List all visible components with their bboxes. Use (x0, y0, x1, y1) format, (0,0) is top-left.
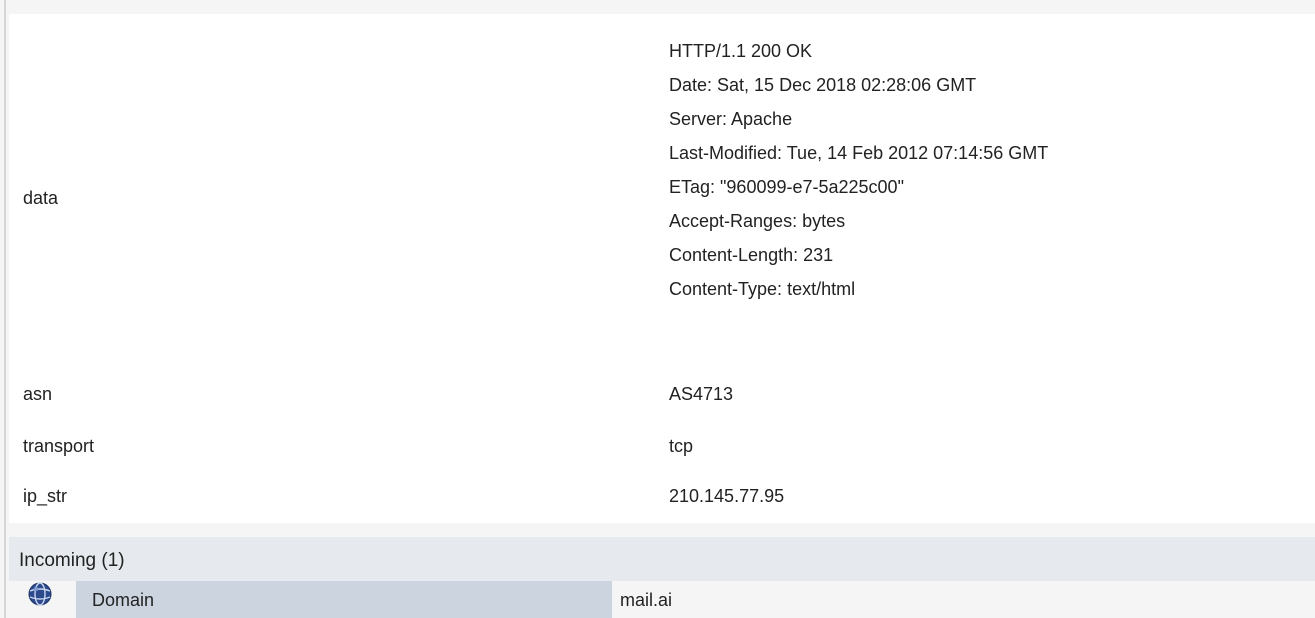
page: data HTTP/1.1 200 OK Date: Sat, 15 Dec 2… (0, 0, 1315, 618)
header-line: Content-Type: text/html (669, 279, 856, 299)
globe-icon (28, 582, 52, 606)
entity-value-link[interactable]: mail.ai (620, 589, 672, 611)
incoming-row[interactable]: Domain mail.ai (9, 581, 1315, 618)
http-headers-value: HTTP/1.1 200 OK Date: Sat, 15 Dec 2018 0… (669, 34, 1048, 306)
property-key: transport (23, 436, 95, 456)
header-line: Server: Apache (669, 109, 793, 129)
incoming-section-header[interactable]: Incoming (1) (9, 537, 1315, 581)
incoming-title: Incoming (1) (19, 550, 125, 571)
header-line: HTTP/1.1 200 OK (669, 41, 813, 61)
property-row-asn: asn AS4713 (9, 382, 1315, 418)
header-line: ETag: "960099-e7-5a225c00" (669, 177, 904, 197)
entity-value-cell[interactable]: mail.ai (612, 581, 1315, 618)
header-line: Date: Sat, 15 Dec 2018 02:28:06 GMT (669, 75, 977, 95)
property-key: asn (23, 384, 53, 404)
property-value: tcp (669, 436, 694, 456)
property-key: data (23, 188, 59, 208)
properties-panel: data HTTP/1.1 200 OK Date: Sat, 15 Dec 2… (9, 14, 1315, 523)
property-row-transport: transport tcp (9, 434, 1315, 470)
property-value: AS4713 (669, 384, 734, 404)
entity-type-cell: Domain (76, 581, 612, 618)
header-line: Content-Length: 231 (669, 245, 834, 265)
property-row-ip-str: ip_str 210.145.77.95 (9, 484, 1315, 520)
left-divider (4, 0, 6, 618)
property-value: 210.145.77.95 (669, 486, 785, 506)
header-line: Accept-Ranges: bytes (669, 211, 846, 231)
property-row-data: data HTTP/1.1 200 OK Date: Sat, 15 Dec 2… (9, 14, 1315, 384)
entity-type-label: Domain (92, 590, 155, 610)
header-line: Last-Modified: Tue, 14 Feb 2012 07:14:56… (669, 143, 1049, 163)
property-key: ip_str (23, 486, 68, 506)
